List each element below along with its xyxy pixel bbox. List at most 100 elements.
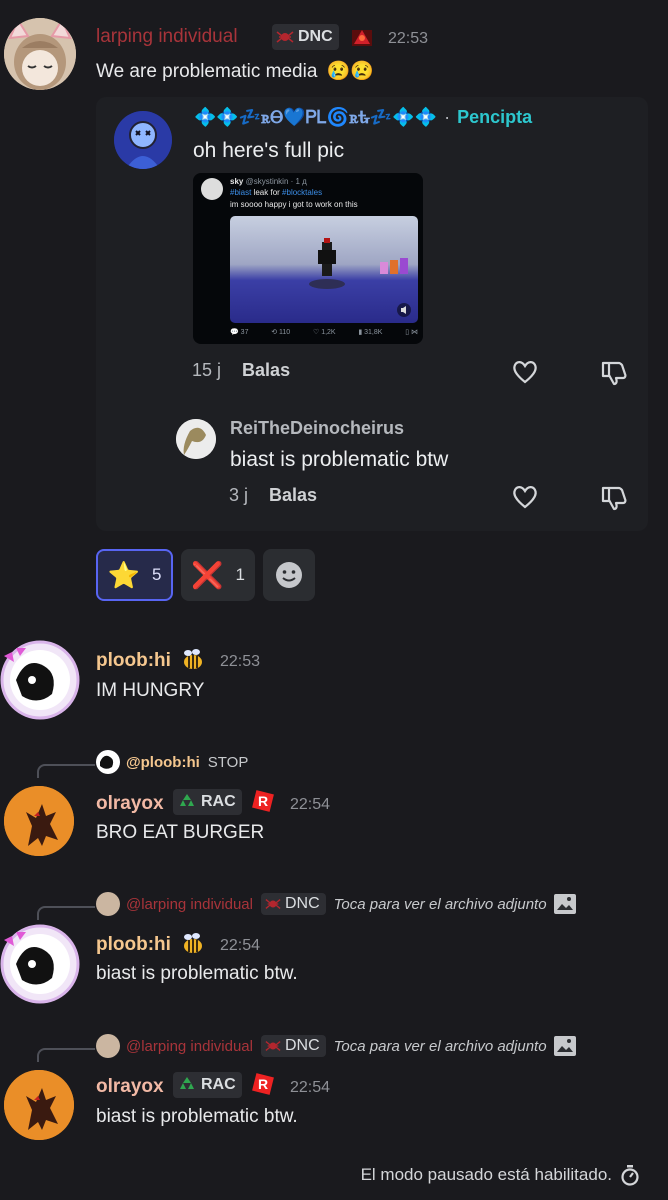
forum-author-name[interactable]: 💠💠💤ꭱᎾ💙ᏢᏞ🌀ꭱᎿ💤💠💠 [194, 107, 437, 127]
message-text: BRO EAT BURGER [96, 822, 265, 843]
tweet-views-count: ▮ 31,8K [358, 329, 383, 336]
reply-role-tag-dnc: DNC [260, 1035, 326, 1057]
message-text: IM HUNGRY [96, 680, 205, 701]
roblox-icon: R [251, 789, 275, 813]
add-reaction-button[interactable] [263, 549, 315, 601]
crying-emoji: 😢😢 [326, 61, 375, 82]
svg-text:R: R [258, 793, 268, 809]
reply-text: STOP [207, 753, 249, 771]
timestamp: 22:53 [220, 653, 261, 670]
image-icon [553, 1036, 576, 1056]
message-text: biast is problematic btw. [96, 963, 298, 984]
comment-dislike-thumb-icon[interactable] [599, 484, 627, 517]
tweet-video-frame [230, 216, 418, 323]
spider-icon [276, 31, 294, 43]
reply-author-name: @larping individual [126, 1037, 253, 1055]
bee-badge-icon [181, 932, 205, 956]
tweet-image-attachment[interactable]: sky @skystinkin · 1 д #biast leak for #b… [193, 173, 423, 344]
reply-role-tag-dnc: DNC [260, 893, 326, 915]
reaction-count: 5 [151, 565, 162, 584]
tweet-stats: 💬 37 ⟲ 110 ♡ 1,2K ▮ 31,8K ▯ ⋈ [230, 328, 418, 336]
reaction-star[interactable]: ⭐ 5 [96, 549, 173, 601]
comment-age: 3 j [229, 485, 249, 505]
bee-badge-icon [181, 648, 205, 672]
comment-author-name[interactable]: ReiTheDeinocheirus [230, 418, 404, 439]
role-tag-label: DNC [298, 28, 333, 45]
reply-reference[interactable]: @ploob:hi STOP [96, 750, 248, 774]
dislike-thumb-icon[interactable] [599, 359, 627, 392]
reply-avatar [96, 750, 120, 774]
reply-text: Toca para ver el archivo adjunto [333, 895, 547, 913]
recycle-icon [180, 1077, 194, 1089]
message-text: biast is problematic btw. [96, 1106, 298, 1127]
author-name[interactable]: olrayox [96, 793, 164, 815]
forum-post-text: oh here's full pic [193, 139, 345, 162]
role-tag-label: RAC [201, 1076, 236, 1093]
star-emoji: ⭐ [107, 559, 140, 590]
tweet-text-line1: #biast leak for #blocktales [230, 188, 323, 197]
tweet-bookmark-icon: ▯ ⋈ [405, 329, 418, 336]
author-name[interactable]: larping individual [96, 26, 238, 48]
author-name[interactable]: ploob:hi [96, 934, 171, 956]
cross-emoji: ❌ [191, 559, 224, 590]
recycle-icon [180, 794, 194, 806]
timestamp: 22:54 [290, 796, 331, 813]
comment-text: biast is problematic btw [230, 448, 449, 471]
tweet-avatar [201, 178, 223, 200]
reply-reference[interactable]: @larping individual DNC Toca para ver el… [96, 892, 577, 916]
post-age: 15 j [192, 360, 222, 380]
forum-author-line: 💠💠💤ꭱᎾ💙ᏢᏞ🌀ꭱᎿ💤💠💠 · Pencipta [194, 107, 533, 127]
message-text: We are problematic media 😢😢 [96, 61, 375, 82]
tweet-likes-count: ♡ 1,2K [312, 329, 336, 336]
tweet-reposts-count: ⟲ 110 [271, 329, 291, 336]
reply-avatar [96, 892, 120, 916]
smiley-icon [276, 562, 302, 588]
svg-text:R: R [258, 1076, 268, 1092]
like-heart-icon[interactable] [511, 359, 539, 390]
timestamp: 22:53 [388, 30, 429, 47]
avatar-ploob[interactable] [0, 924, 80, 1004]
avatar-larping-individual[interactable] [4, 18, 76, 90]
reply-connector [37, 1048, 95, 1062]
role-tag-rac[interactable]: RAC [173, 789, 242, 815]
stopwatch-icon [621, 1165, 639, 1186]
tweet-replies-count: 💬 37 [230, 329, 249, 336]
reaction-count: 1 [235, 565, 245, 584]
timestamp: 22:54 [290, 1079, 331, 1096]
image-icon [553, 894, 576, 914]
tweet-text-line2: im soooo happy i got to work on this [230, 200, 358, 209]
comment-like-heart-icon[interactable] [511, 484, 539, 515]
reply-author-name: @larping individual [126, 895, 253, 913]
avatar-olrayox[interactable] [4, 786, 74, 856]
reply-button[interactable]: Balas [242, 360, 290, 380]
reply-avatar [96, 1034, 120, 1058]
timestamp: 22:54 [220, 937, 261, 954]
role-tag-rac[interactable]: RAC [173, 1072, 242, 1098]
forum-platform-label: Pencipta [457, 107, 533, 127]
avatar-ploob[interactable] [0, 640, 80, 720]
comment-author-avatar[interactable] [176, 419, 216, 459]
reply-connector [37, 906, 95, 920]
comment-reply-button[interactable]: Balas [269, 485, 317, 505]
author-name[interactable]: ploob:hi [96, 650, 171, 672]
slowmode-text: El modo pausado está habilitado. [360, 1165, 612, 1184]
role-tag-dnc[interactable]: DNC [272, 24, 339, 50]
decor-badge-icon [350, 26, 374, 48]
role-tag-label: RAC [201, 793, 236, 810]
reply-connector [37, 764, 95, 778]
roblox-icon: R [251, 1072, 275, 1096]
spider-icon [265, 1041, 281, 1051]
forum-post-actions: 15 j Balas [192, 360, 290, 381]
reply-text: Toca para ver el archivo adjunto [333, 1037, 547, 1055]
comment-actions: 3 j Balas [229, 485, 317, 506]
spider-icon [265, 899, 281, 909]
reply-author-name: @ploob:hi [126, 753, 200, 771]
slowmode-footer: El modo pausado está habilitado. [361, 1164, 640, 1186]
avatar-olrayox[interactable] [4, 1070, 74, 1140]
forum-post-card[interactable]: 💠💠💤ꭱᎾ💙ᏢᏞ🌀ꭱᎿ💤💠💠 · Pencipta oh here's full… [96, 97, 648, 531]
author-name[interactable]: olrayox [96, 1076, 164, 1098]
reaction-cross[interactable]: ❌ 1 [181, 549, 255, 601]
tweet-header: sky @skystinkin · 1 д [230, 177, 307, 186]
reply-reference[interactable]: @larping individual DNC Toca para ver el… [96, 1034, 577, 1058]
forum-author-avatar[interactable] [114, 111, 172, 169]
